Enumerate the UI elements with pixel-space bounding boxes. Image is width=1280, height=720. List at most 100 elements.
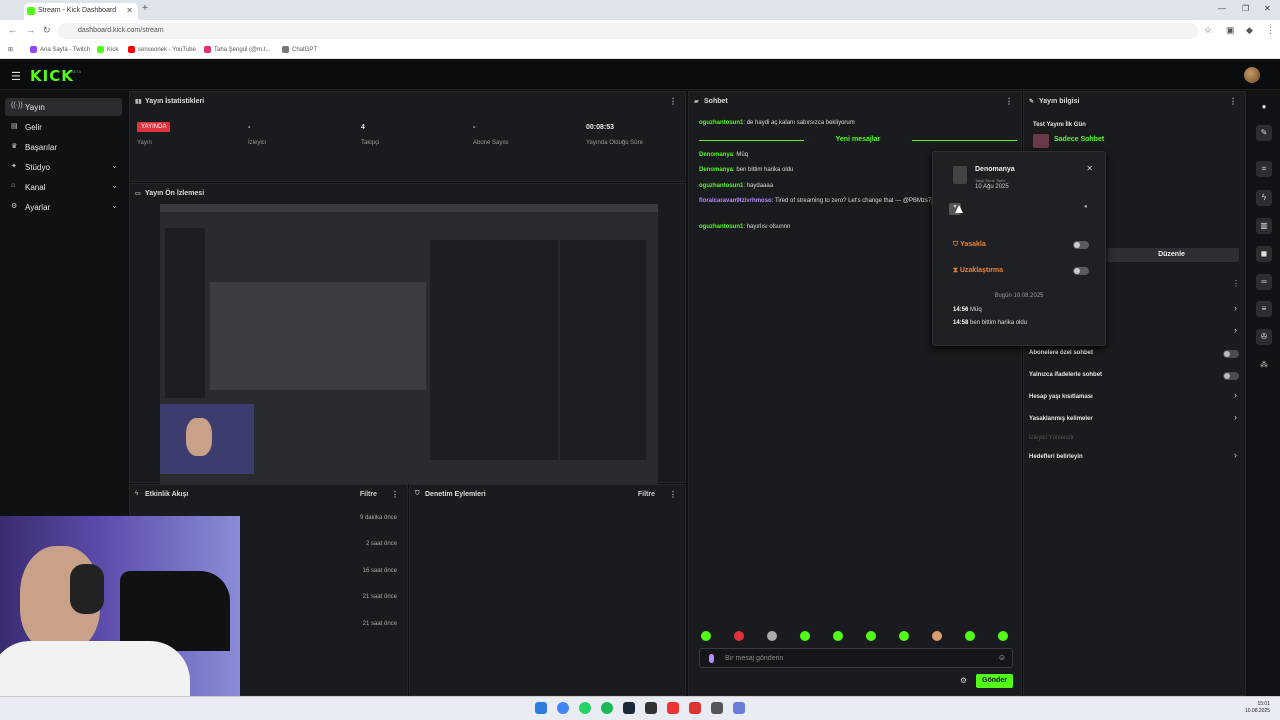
ban-option[interactable]: ⛉ Yasakla bbox=[953, 241, 986, 249]
sidebar-item-ayarlar[interactable]: ⚙ Ayarlar ⌄ bbox=[5, 198, 122, 216]
hamburger-menu-icon[interactable]: ☰ bbox=[11, 70, 21, 83]
back-icon[interactable]: ← bbox=[8, 25, 17, 35]
maximize-icon[interactable]: ❐ bbox=[1242, 4, 1249, 13]
emote-icon[interactable] bbox=[800, 631, 810, 641]
setting-banned-words[interactable]: Yasaklanmış kelimeler bbox=[1029, 416, 1093, 422]
emote-icon[interactable] bbox=[734, 631, 744, 641]
chevron-right-icon[interactable]: › bbox=[1234, 325, 1237, 335]
more-options-icon[interactable]: ⋮ bbox=[669, 490, 677, 499]
emote-icon[interactable] bbox=[701, 631, 711, 641]
info-icon[interactable]: ● bbox=[1256, 99, 1272, 115]
timeout-toggle[interactable] bbox=[1073, 267, 1089, 275]
menu-icon[interactable]: ⋮ bbox=[1266, 25, 1275, 36]
recording-icon[interactable] bbox=[689, 702, 701, 714]
bookmark-item[interactable]: Kick bbox=[97, 46, 118, 53]
trash-icon[interactable]: ▥ bbox=[1256, 218, 1272, 234]
chevron-right-icon[interactable]: › bbox=[1234, 390, 1237, 400]
emote-icon[interactable] bbox=[965, 631, 975, 641]
subscriber-chat-toggle[interactable] bbox=[1223, 350, 1239, 358]
bookmark-item[interactable]: senseonek - YouTube bbox=[128, 46, 196, 53]
sidebar-item-studyo[interactable]: ✦ Stüdyo ⌄ bbox=[5, 158, 122, 176]
sidebar-item-gelir[interactable]: ▤ Gelir bbox=[5, 118, 122, 136]
reload-icon[interactable]: ↻ bbox=[43, 25, 51, 36]
app-icon[interactable] bbox=[711, 702, 723, 714]
bolt-icon[interactable]: ϟ bbox=[1256, 190, 1272, 206]
tab-title: Stream - Kick Dashboard bbox=[38, 7, 117, 14]
stream-stats-panel: ▮▮ Yayın İstatistikleri ⋮ YAYINDA Yayın - İz… bbox=[129, 91, 686, 182]
close-tab-icon[interactable]: ✕ bbox=[126, 6, 133, 15]
link-icon[interactable]: ∞ bbox=[1256, 274, 1272, 290]
setting-account-age[interactable]: Hesap yaşı kısıtlaması bbox=[1029, 394, 1093, 400]
more-options-icon[interactable]: ⋮ bbox=[669, 97, 677, 106]
filter-button[interactable]: Filtre bbox=[360, 491, 377, 498]
popup-username: Denomanya bbox=[975, 166, 1015, 173]
sidebar-item-basarilar[interactable]: ♛ Başarılar bbox=[5, 138, 122, 156]
new-messages-divider: Yeni mesajlar bbox=[699, 136, 1017, 146]
sidebar-item-kanal[interactable]: ⌂ Kanal ⌄ bbox=[5, 178, 122, 196]
event-time: 21 saat önce bbox=[362, 621, 397, 627]
whatsapp-icon[interactable] bbox=[579, 702, 591, 714]
settings-app-icon[interactable] bbox=[733, 702, 745, 714]
emote-icon[interactable] bbox=[899, 631, 909, 641]
sidebar-item-yayin[interactable]: ((·)) Yayın bbox=[5, 98, 122, 116]
kick-logo[interactable]: KICK bbox=[30, 67, 74, 85]
bookmark-item[interactable]: ChatGPT bbox=[282, 46, 317, 53]
minimize-icon[interactable]: — bbox=[1218, 4, 1226, 13]
chevron-right-icon[interactable]: › bbox=[1234, 450, 1237, 460]
wrench-icon[interactable]: ✇ bbox=[1256, 329, 1272, 345]
bookmark-item[interactable]: Ana Sayfa - Twitch bbox=[30, 46, 90, 53]
user-avatar[interactable] bbox=[1244, 67, 1260, 83]
bookmark-item[interactable]: Taha Şengül (@m.t... bbox=[204, 46, 270, 53]
app-icon[interactable] bbox=[667, 702, 679, 714]
url-field[interactable]: dashboard.kick.com/stream bbox=[58, 23, 1198, 39]
profile-icon[interactable]: ◆ bbox=[1246, 25, 1253, 36]
more-options-icon[interactable]: ⋮ bbox=[1229, 97, 1237, 106]
pencil-icon[interactable]: ✎ bbox=[1256, 125, 1272, 141]
chat-settings-icon[interactable]: ⚙ bbox=[960, 676, 967, 685]
chevron-right-icon[interactable]: › bbox=[1234, 303, 1237, 313]
more-options-icon[interactable]: ⋮ bbox=[1232, 279, 1240, 288]
stream-preview-video[interactable] bbox=[160, 204, 658, 484]
obs-icon[interactable] bbox=[645, 702, 657, 714]
emoji-picker-icon[interactable]: ☺ bbox=[998, 653, 1006, 662]
setting-goals[interactable]: Hedefleri belirleyin bbox=[1029, 454, 1083, 460]
new-tab-button[interactable]: + bbox=[142, 3, 148, 14]
crop-icon[interactable]: ⌗ bbox=[1256, 161, 1272, 177]
close-icon[interactable]: ✕ bbox=[1086, 164, 1093, 173]
emote-icon[interactable] bbox=[767, 631, 777, 641]
close-window-icon[interactable]: ✕ bbox=[1264, 4, 1271, 13]
chrome-icon[interactable] bbox=[557, 702, 569, 714]
emote-only-toggle[interactable] bbox=[1223, 372, 1239, 380]
filter-button[interactable]: Filtre bbox=[638, 491, 655, 498]
chat-message-input[interactable]: Bir mesaj gönderin ☺ bbox=[699, 648, 1013, 668]
system-clock[interactable]: 15:01 10.08.2025 bbox=[1245, 701, 1270, 715]
forward-icon[interactable]: → bbox=[26, 25, 35, 35]
user-avatar bbox=[953, 166, 967, 184]
event-time: 9 dakika önce bbox=[359, 515, 397, 521]
bookmark-star-icon[interactable]: ☆ bbox=[1204, 25, 1212, 36]
more-options-icon[interactable]: ⋮ bbox=[391, 490, 399, 499]
browser-tab[interactable]: Stream - Kick Dashboard ✕ bbox=[24, 3, 138, 20]
send-button[interactable]: Gönder bbox=[976, 674, 1013, 688]
spotify-icon[interactable] bbox=[601, 702, 613, 714]
steam-icon[interactable] bbox=[623, 702, 635, 714]
windows-start-icon[interactable] bbox=[535, 702, 547, 714]
chevron-right-icon[interactable]: › bbox=[1234, 412, 1237, 422]
share-icon[interactable]: ⁂ bbox=[1256, 357, 1272, 373]
emote-icon[interactable] bbox=[833, 631, 843, 641]
emote-icon[interactable] bbox=[998, 631, 1008, 641]
emote-icon[interactable] bbox=[866, 631, 876, 641]
emote-icon[interactable] bbox=[932, 631, 942, 641]
chat-bubble-icon[interactable]: ◼ bbox=[1256, 246, 1272, 262]
more-options-icon[interactable]: ⋮ bbox=[1005, 97, 1013, 106]
pin-icon[interactable]: ● bbox=[1084, 204, 1088, 210]
timeout-option[interactable]: ⧗ Uzaklaştırma bbox=[953, 267, 1003, 275]
apps-icon[interactable]: ⊞ bbox=[8, 46, 13, 53]
history-message: 14:56 Müq bbox=[953, 307, 982, 313]
category-link[interactable]: Sadece Sohbet bbox=[1054, 136, 1104, 143]
ban-toggle[interactable] bbox=[1073, 241, 1089, 249]
shield-icon: ⛉ bbox=[415, 491, 420, 497]
list-icon[interactable]: ≡ bbox=[1256, 301, 1272, 317]
extension-icon[interactable]: ▣ bbox=[1226, 25, 1235, 36]
edit-button[interactable]: Düzenle bbox=[1104, 248, 1239, 262]
